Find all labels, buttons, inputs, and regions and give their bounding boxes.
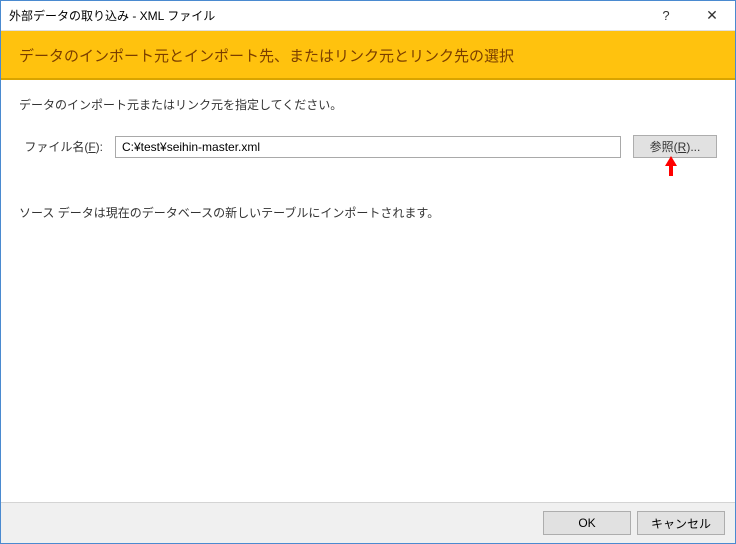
- window-title: 外部データの取り込み - XML ファイル: [9, 7, 643, 24]
- import-note: ソース データは現在のデータベースの新しいテーブルにインポートされます。: [19, 204, 717, 221]
- file-label-hotkey: F: [88, 140, 95, 154]
- footer-bar: OK キャンセル: [1, 502, 735, 543]
- close-button[interactable]: ✕: [689, 1, 735, 30]
- cancel-button[interactable]: キャンセル: [637, 511, 725, 535]
- ok-button[interactable]: OK: [543, 511, 631, 535]
- file-row: ファイル名(F): 参照(R)...: [19, 135, 717, 158]
- dialog-window: 外部データの取り込み - XML ファイル ? ✕ データのインポート元とインポ…: [0, 0, 736, 544]
- banner-title: データのインポート元とインポート先、またはリンク元とリンク先の選択: [19, 45, 717, 66]
- instruction-text: データのインポート元またはリンク元を指定してください。: [19, 96, 717, 113]
- browse-hotkey: R: [678, 140, 687, 154]
- browse-suffix: )...: [686, 140, 700, 154]
- titlebar-controls: ? ✕: [643, 1, 735, 30]
- file-name-label: ファイル名(F):: [19, 138, 109, 155]
- help-button[interactable]: ?: [643, 1, 689, 30]
- title-bar: 外部データの取り込み - XML ファイル ? ✕: [1, 1, 735, 31]
- file-name-input[interactable]: [115, 136, 621, 158]
- file-label-suffix: ):: [96, 140, 103, 154]
- file-label-prefix: ファイル名(: [24, 140, 88, 154]
- browse-button[interactable]: 参照(R)...: [633, 135, 717, 158]
- header-banner: データのインポート元とインポート先、またはリンク元とリンク先の選択: [1, 31, 735, 80]
- browse-prefix: 参照(: [650, 138, 678, 155]
- content-area: データのインポート元またはリンク元を指定してください。 ファイル名(F): 参照…: [1, 80, 735, 502]
